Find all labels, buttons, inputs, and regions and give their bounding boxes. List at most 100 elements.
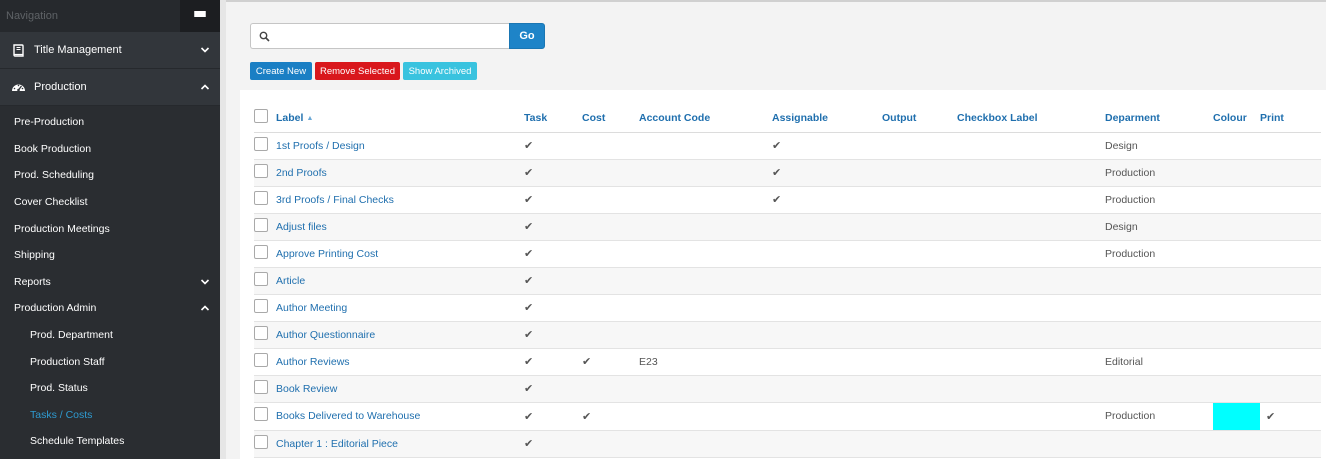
sidebar-section-production[interactable]: Production — [0, 69, 220, 106]
menu-toggle-button[interactable] — [180, 0, 220, 32]
create-new-button[interactable]: Create New — [250, 62, 312, 80]
sidebar-item[interactable]: Production Meetings — [0, 215, 220, 242]
department-cell — [1105, 430, 1213, 458]
row-label-link[interactable]: Author Reviews — [276, 348, 524, 376]
sidebar-item-label: Production Admin — [14, 302, 97, 315]
row-checkbox[interactable] — [254, 190, 268, 205]
column-header-output[interactable]: Output — [882, 104, 957, 133]
column-header-assignable[interactable]: Assignable — [772, 104, 882, 133]
sidebar-section-label: Title Management — [34, 44, 122, 56]
row-checkbox[interactable] — [254, 163, 268, 178]
table-row[interactable]: Adjust files ✔ Design — [254, 213, 1321, 241]
cost-cell — [582, 159, 639, 187]
column-header-account-code[interactable]: Account Code — [639, 104, 772, 133]
check-icon: ✔ — [524, 275, 534, 287]
sidebar-item[interactable]: Tasks / Costs — [0, 402, 220, 429]
chevron-up-icon — [200, 305, 210, 312]
row-label-link[interactable]: 2nd Proofs — [276, 159, 524, 187]
row-label-link[interactable]: Adjust files — [276, 213, 524, 241]
colour-cell — [1213, 348, 1260, 376]
colour-cell — [1213, 267, 1260, 295]
sidebar-item[interactable]: Prod. Department — [0, 322, 220, 349]
print-cell — [1260, 186, 1321, 214]
row-label-link[interactable]: Author Questionnaire — [276, 321, 524, 349]
row-label-link[interactable]: Author Meeting — [276, 294, 524, 322]
row-checkbox[interactable] — [254, 244, 268, 259]
row-checkbox[interactable] — [254, 136, 268, 151]
table-row[interactable]: Article ✔ — [254, 267, 1321, 295]
row-label-link[interactable]: Chapter 1 : Editorial Piece — [276, 430, 524, 458]
show-archived-button[interactable]: Show Archived — [403, 62, 477, 80]
task-cell: ✔ — [524, 321, 582, 349]
column-header-colour[interactable]: Colour — [1213, 104, 1260, 133]
sidebar-item-label: Tasks / Costs — [30, 408, 93, 421]
table-row[interactable]: Books Delivered to Warehouse ✔ ✔ Production… — [254, 402, 1321, 431]
account-code-cell — [639, 159, 772, 187]
sidebar-item-label: Prod. Scheduling — [14, 169, 94, 182]
sidebar-item[interactable]: Cover Checklist — [0, 189, 220, 216]
row-label-link[interactable]: Approve Printing Cost — [276, 240, 524, 268]
assignable-cell — [772, 267, 882, 295]
column-header-cost[interactable]: Cost — [582, 104, 639, 133]
sidebar-item[interactable]: Shipping — [0, 242, 220, 269]
check-icon: ✔ — [524, 383, 534, 395]
table-row[interactable]: Author Reviews ✔ ✔ E23 Editorial — [254, 348, 1321, 376]
table-row[interactable]: Approve Printing Cost ✔ Production — [254, 240, 1321, 268]
row-checkbox[interactable] — [254, 352, 268, 367]
cost-cell — [582, 213, 639, 241]
go-button[interactable]: Go — [509, 23, 545, 49]
table-row[interactable]: 3rd Proofs / Final Checks ✔ ✔ Production — [254, 186, 1321, 214]
row-checkbox[interactable] — [254, 325, 268, 340]
column-header-department[interactable]: Deparment — [1105, 104, 1213, 133]
assignable-cell — [772, 375, 882, 403]
print-cell — [1260, 430, 1321, 458]
sidebar-item[interactable]: Pre-Production — [0, 109, 220, 136]
assignable-cell — [772, 430, 882, 458]
account-code-cell — [639, 186, 772, 214]
checkbox-label-cell — [957, 294, 1105, 322]
row-label-link[interactable]: 1st Proofs / Design — [276, 132, 524, 160]
row-checkbox[interactable] — [254, 434, 268, 449]
task-cell: ✔ — [524, 186, 582, 214]
table-row[interactable]: Author Meeting ✔ — [254, 294, 1321, 322]
cost-cell — [582, 294, 639, 322]
output-cell — [882, 321, 957, 349]
table-row[interactable]: Chapter 1 : Editorial Piece ✔ — [254, 430, 1321, 458]
row-checkbox[interactable] — [254, 298, 268, 313]
department-cell: Editorial — [1105, 348, 1213, 376]
row-label-link[interactable]: 3rd Proofs / Final Checks — [276, 186, 524, 214]
row-label-link[interactable]: Article — [276, 267, 524, 295]
print-cell — [1260, 294, 1321, 322]
sidebar-item[interactable]: Production Staff — [0, 348, 220, 375]
table-row[interactable]: 1st Proofs / Design ✔ ✔ Design — [254, 132, 1321, 160]
sidebar-item[interactable]: Reports — [0, 269, 220, 296]
remove-selected-button[interactable]: Remove Selected — [315, 62, 400, 80]
column-header-label[interactable]: Label ▲ — [276, 104, 524, 133]
task-cell: ✔ — [524, 159, 582, 187]
table-row[interactable]: 2nd Proofs ✔ ✔ Production — [254, 159, 1321, 187]
search-input[interactable] — [276, 25, 509, 47]
check-icon: ✔ — [524, 140, 534, 152]
sidebar-item[interactable]: Book Production — [0, 136, 220, 163]
row-checkbox[interactable] — [254, 379, 268, 394]
sidebar-item[interactable]: Production Admin — [0, 295, 220, 322]
select-all-checkbox[interactable] — [254, 108, 268, 123]
row-checkbox[interactable] — [254, 271, 268, 286]
check-icon: ✔ — [582, 356, 592, 368]
sidebar-item[interactable]: Schedule Templates — [0, 428, 220, 455]
table-row[interactable]: Book Review ✔ — [254, 375, 1321, 403]
sidebar-item[interactable]: Prod. Status — [0, 375, 220, 402]
row-label-link[interactable]: Book Review — [276, 375, 524, 403]
column-header-print[interactable]: Print — [1260, 104, 1321, 133]
column-header-task[interactable]: Task — [524, 104, 582, 133]
row-checkbox[interactable] — [254, 407, 268, 422]
sidebar-section-title-management[interactable]: Title Management — [0, 32, 220, 69]
colour-cell — [1213, 132, 1260, 160]
sidebar-item[interactable]: Prod. Scheduling — [0, 162, 220, 189]
account-code-cell — [639, 213, 772, 241]
table-row[interactable]: Author Questionnaire ✔ — [254, 321, 1321, 349]
row-checkbox[interactable] — [254, 217, 268, 232]
column-header-checkbox-label[interactable]: Checkbox Label — [957, 104, 1105, 133]
row-label-link[interactable]: Books Delivered to Warehouse — [276, 402, 524, 431]
department-cell: Production — [1105, 186, 1213, 214]
